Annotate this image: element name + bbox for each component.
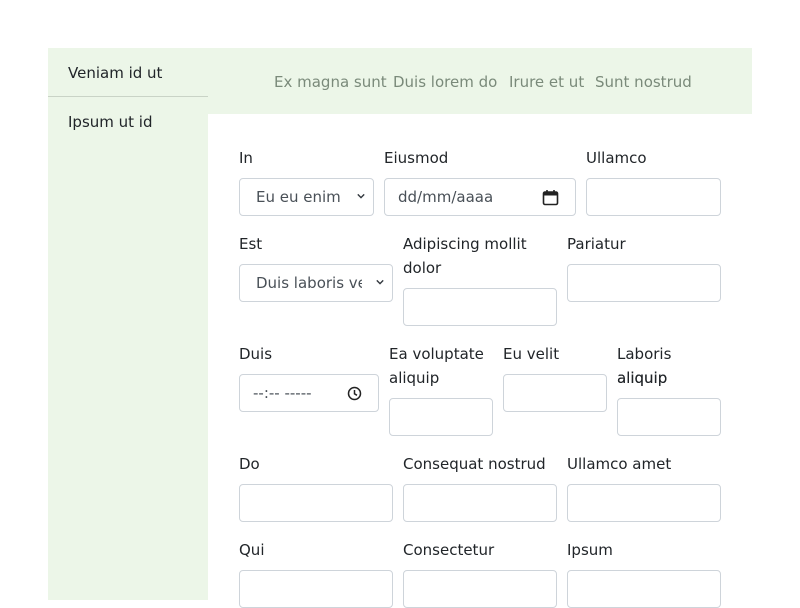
ea-voluptate-input[interactable] — [389, 398, 493, 436]
chevron-down-icon — [376, 279, 384, 285]
eiusmod-date-input[interactable]: dd/mm/aaaa — [384, 178, 576, 216]
tab-duis-lorem-do[interactable]: Duis lorem do — [393, 73, 497, 91]
pariatur-label: Pariatur — [567, 235, 626, 253]
eu-velit-input[interactable] — [503, 374, 607, 412]
consequat-label: Consequat nostrud — [403, 455, 546, 473]
pariatur-input[interactable] — [567, 264, 721, 302]
ullamco-label: Ullamco — [586, 149, 647, 167]
duis-time-input[interactable]: --:-- ----- — [239, 374, 379, 412]
duis-label: Duis — [239, 345, 273, 363]
do-label: Do — [239, 455, 260, 473]
ullamco-amet-label: Ullamco amet — [567, 455, 672, 473]
in-label: In — [239, 149, 253, 167]
qui-label: Qui — [239, 541, 265, 559]
ea-voluptate-label-line2: aliquip — [389, 369, 440, 387]
ullamco-input[interactable] — [586, 178, 721, 216]
app-shell: Veniam id ut Ipsum ut id Ex magna sunt D… — [48, 48, 752, 608]
ipsum-label: Ipsum — [567, 541, 613, 559]
in-select-value: Eu eu enim — [256, 188, 341, 206]
form-panel: In Eu eu enim Eiusmod dd/mm/aaaa Ullamco — [208, 114, 752, 608]
eiusmod-label: Eiusmod — [384, 149, 449, 167]
adipiscing-label-line1: Adipiscing mollit — [403, 235, 527, 253]
in-select[interactable]: Eu eu enim — [239, 178, 374, 216]
sidebar: Veniam id ut Ipsum ut id — [48, 48, 208, 600]
calendar-icon[interactable] — [542, 189, 559, 206]
est-select-value: Duis laboris veniam — [256, 274, 362, 292]
consectetur-label: Consectetur — [403, 541, 495, 559]
laboris-label-line2: aliquip — [617, 369, 668, 387]
tab-ex-magna-sunt[interactable]: Ex magna sunt — [274, 73, 387, 91]
sidebar-item-veniam[interactable]: Veniam id ut — [48, 48, 208, 97]
eiusmod-date-placeholder: dd/mm/aaaa — [398, 188, 494, 206]
clock-icon[interactable] — [347, 386, 362, 401]
do-input[interactable] — [239, 484, 393, 522]
tab-sunt-nostrud[interactable]: Sunt nostrud — [595, 73, 692, 91]
duis-time-placeholder: --:-- ----- — [253, 384, 312, 402]
ea-voluptate-label-line1: Ea voluptate — [389, 345, 484, 363]
adipiscing-input[interactable] — [403, 288, 557, 326]
consequat-input[interactable] — [403, 484, 557, 522]
ipsum-input[interactable] — [567, 570, 721, 608]
consectetur-input[interactable] — [403, 570, 557, 608]
est-label: Est — [239, 235, 263, 253]
sidebar-item-ipsum[interactable]: Ipsum ut id — [48, 97, 208, 145]
est-select[interactable]: Duis laboris veniam — [239, 264, 393, 302]
ullamco-amet-input[interactable] — [567, 484, 721, 522]
laboris-input[interactable] — [617, 398, 721, 436]
adipiscing-label-line2: dolor — [403, 259, 442, 277]
tab-irure-et-ut[interactable]: Irure et ut — [509, 73, 584, 91]
eu-velit-label: Eu velit — [503, 345, 560, 363]
top-nav: Ex magna sunt Duis lorem do Irure et ut … — [208, 48, 752, 114]
qui-input[interactable] — [239, 570, 393, 608]
chevron-down-icon — [357, 193, 365, 199]
